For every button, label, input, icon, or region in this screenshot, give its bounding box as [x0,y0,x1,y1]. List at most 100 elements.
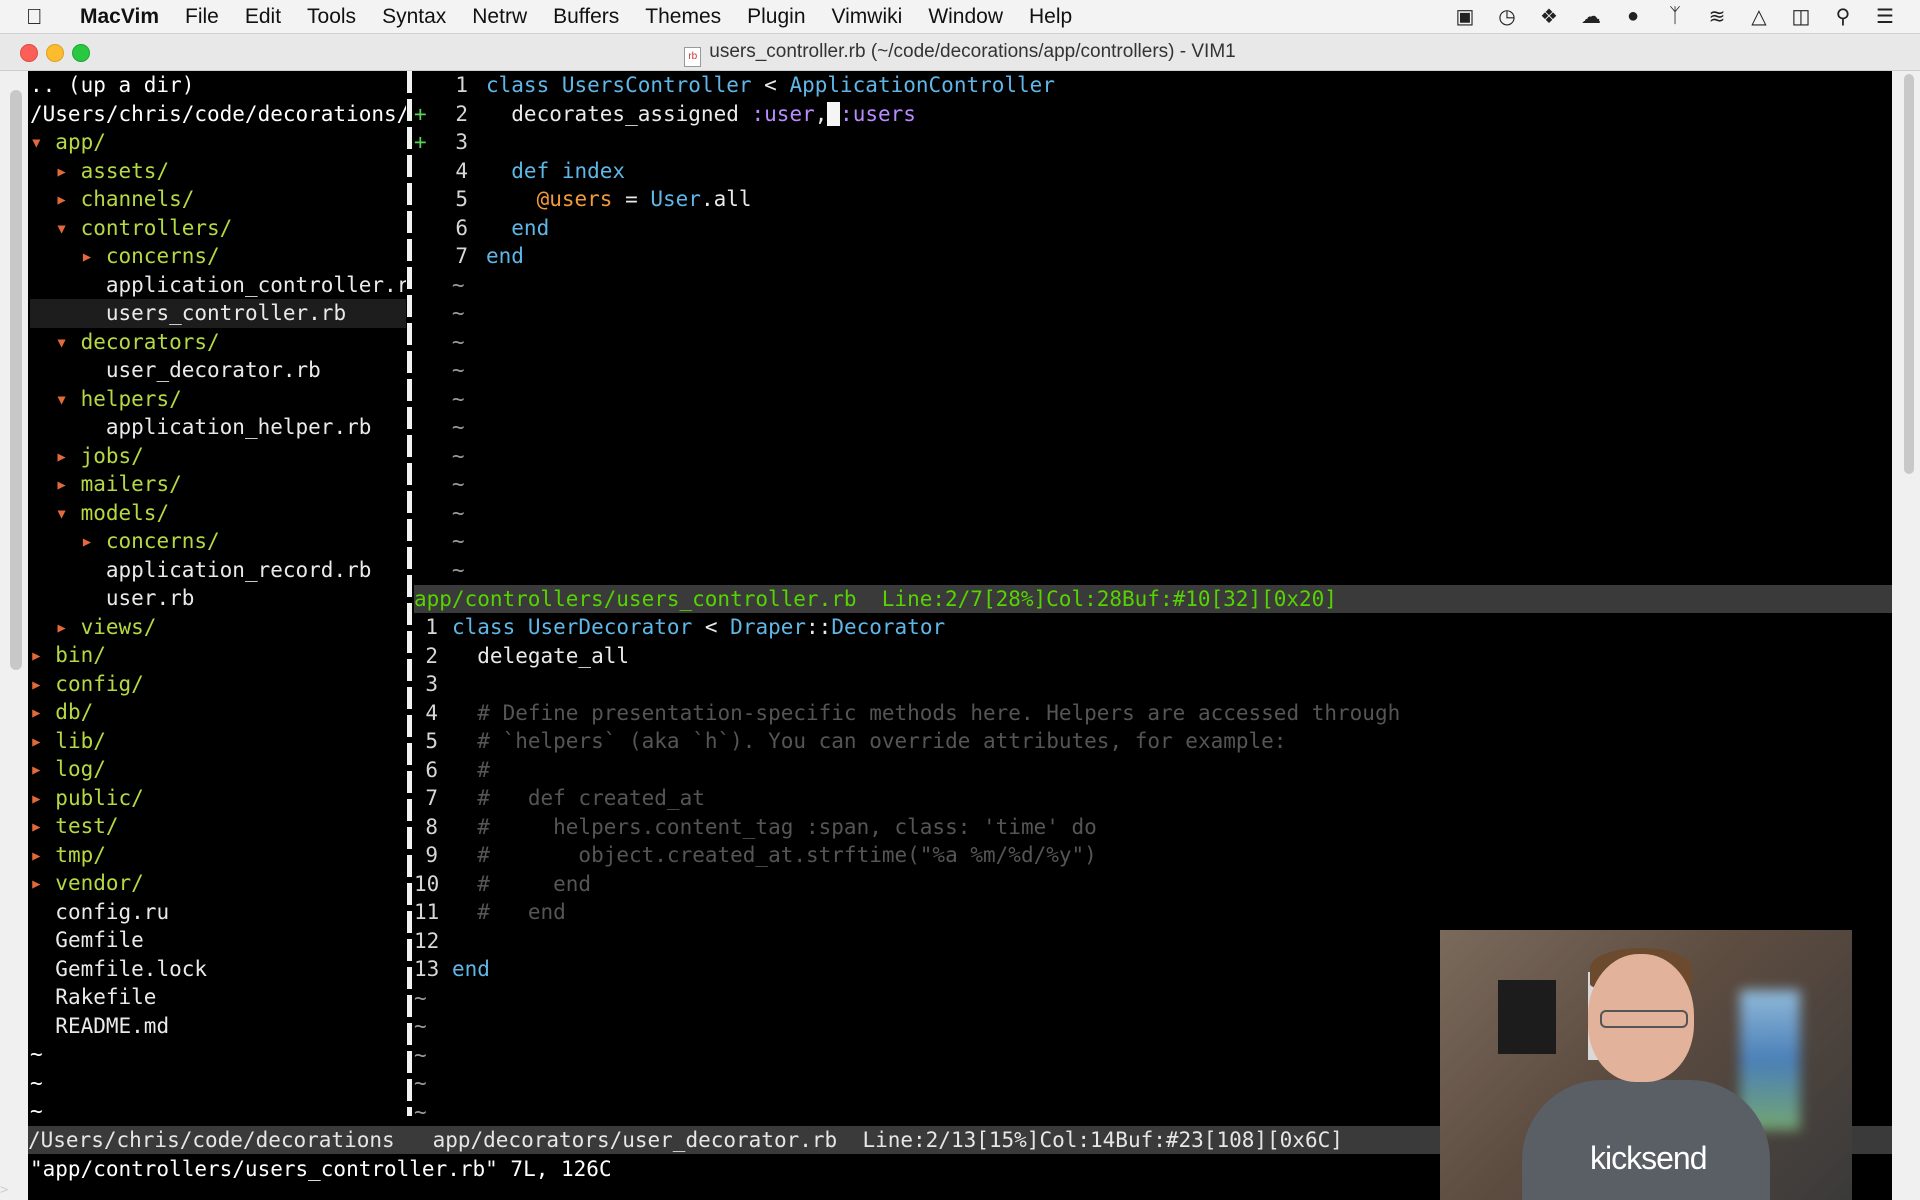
code-line[interactable]: 3 [414,670,1892,699]
menu-edit[interactable]: Edit [245,5,281,29]
battery-icon[interactable]: ◫ [1788,4,1814,29]
search-icon[interactable]: ⚲ [1830,4,1856,29]
menu-file[interactable]: File [185,5,219,29]
tree-node[interactable]: ▸ config/ [30,670,406,699]
tree-node[interactable]: ▸ views/ [30,613,406,642]
collapsed-arrow-icon: ▸ [55,158,81,183]
tree-node[interactable]: ▸ channels/ [30,185,406,214]
code-line[interactable]: 9 # object.created_at.strftime("%a %m/%d… [414,841,1892,870]
line-number: 10 [414,871,440,896]
tree-node[interactable]: ▸ log/ [30,755,406,784]
tree-node[interactable]: Rakefile [30,983,406,1012]
tree-node[interactable]: ▸ mailers/ [30,470,406,499]
code-line[interactable]: 6 # [414,756,1892,785]
collapsed-arrow-icon: ▸ [30,728,56,753]
collapsed-arrow-icon: ▸ [55,472,81,496]
menu-tools[interactable]: Tools [307,5,356,29]
code-line[interactable]: 11 # end [414,898,1892,927]
code-line[interactable]: 10 # end [414,870,1892,899]
code-line[interactable]: 7 end [414,242,1892,271]
tree-node[interactable]: application_helper.rb [30,413,406,442]
tree-node[interactable]: ▾ decorators/ [30,328,406,357]
tree-node[interactable]: ▸ concerns/ [30,527,406,556]
camera-icon[interactable]: ▣ [1452,4,1478,29]
menu-netrw[interactable]: Netrw [472,5,527,29]
app-menu[interactable]: MacVim [80,5,159,29]
menu-window[interactable]: Window [928,5,1003,29]
git-sign [414,214,424,243]
tree-node[interactable]: application_controller.rb [30,271,406,300]
tree-node[interactable]: user_decorator.rb [30,356,406,385]
tree-node[interactable]: ▾ controllers/ [30,214,406,243]
apple-menu-icon[interactable]:  [26,4,62,30]
command-line[interactable]: "app/controllers/users_controller.rb" 7L… [30,1155,1430,1183]
tilde-char: ~ [414,329,465,354]
cursor [827,101,841,126]
airplay-icon[interactable]: △ [1746,4,1772,29]
git-sign [414,157,424,186]
tree-node[interactable]: ▸ db/ [30,698,406,727]
cloud-icon[interactable]: ☁ [1578,4,1604,29]
ghost-icon[interactable]: ● [1620,5,1646,28]
code-line[interactable]: 8 # helpers.content_tag :span, class: 't… [414,813,1892,842]
code-line[interactable]: 6 end [414,214,1892,243]
buffer-users-controller[interactable]: 1 class UsersController < ApplicationCont… [414,71,1892,598]
menu-vimwiki[interactable]: Vimwiki [832,5,903,29]
tree-node[interactable]: ▸ vendor/ [30,869,406,898]
tree-node[interactable]: ▸ lib/ [30,727,406,756]
tree-node[interactable]: ▾ helpers/ [30,385,406,414]
tree-node[interactable]: ▸ tmp/ [30,841,406,870]
tree-node[interactable]: Gemfile.lock [30,955,406,984]
code-token: UserDecorator [527,615,693,639]
vertical-split-separator[interactable] [407,71,412,1116]
menu-buffers[interactable]: Buffers [553,5,619,29]
right-scrollbar[interactable] [1904,74,1914,474]
speedometer-icon[interactable]: ◷ [1494,4,1520,29]
bluetooth-icon[interactable]: ᛉ [1662,5,1688,28]
tree-node[interactable]: ▾ models/ [30,499,406,528]
nerdtree-panel[interactable]: .. (up a dir)/Users/chris/code/decoratio… [30,71,406,1129]
tree-node[interactable]: README.md [30,1012,406,1041]
code-line[interactable]: +3 [414,128,1892,157]
code-token: class [452,615,528,639]
tree-node[interactable]: ▸ jobs/ [30,442,406,471]
tree-node[interactable]: ▸ bin/ [30,641,406,670]
tree-node[interactable]: application_record.rb [30,556,406,585]
code-line[interactable]: 2 delegate_all [414,642,1892,671]
tilde-filler: ~ [414,413,1892,442]
tree-up-dir[interactable]: .. (up a dir) [30,71,406,100]
tree-node[interactable]: ▸ concerns/ [30,242,406,271]
code-line[interactable]: 7 # def created_at [414,784,1892,813]
tree-node[interactable]: ▸ public/ [30,784,406,813]
tree-file-label: Gemfile [55,928,144,952]
code-token: = [612,187,651,211]
tree-node[interactable]: config.ru [30,898,406,927]
tree-file-label: Gemfile.lock [55,956,208,981]
code-line[interactable]: +2 decorates_assigned :user, :users [414,100,1892,129]
tree-node[interactable]: users_controller.rb [30,299,406,328]
tree-node[interactable]: user.rb [30,584,406,613]
tree-root-path[interactable]: /Users/chris/code/decorations/ [30,100,406,129]
tree-node[interactable]: ▸ test/ [30,812,406,841]
tree-node[interactable]: Gemfile [30,926,406,955]
menu-themes[interactable]: Themes [645,5,721,29]
code-line[interactable]: 5 @users = User.all [414,185,1892,214]
left-scrollbar[interactable] [10,90,22,670]
code-line[interactable]: 1 class UsersController < ApplicationCont… [414,71,1892,100]
tree-node[interactable]: ▸ assets/ [30,157,406,186]
menu-help[interactable]: Help [1029,5,1072,29]
code-line[interactable]: 4 # Define presentation-specific methods… [414,699,1892,728]
code-line[interactable]: 5 # `helpers` (aka `h`). You can overrid… [414,727,1892,756]
tree-dir-label: app/ [55,130,106,154]
code-token: Decorator [831,615,946,639]
code-line[interactable]: 4 def index [414,157,1892,186]
tree-node[interactable]: ▾ app/ [30,128,406,157]
menu-syntax[interactable]: Syntax [382,5,446,29]
menu-plugin[interactable]: Plugin [747,5,805,29]
dropbox-icon[interactable]: ❖ [1536,4,1562,29]
notification-center-icon[interactable]: ☰ [1872,4,1898,29]
code-line[interactable]: 1 class UserDecorator < Draper::Decorator [414,613,1892,642]
wifi-icon[interactable]: ≋ [1704,4,1730,29]
